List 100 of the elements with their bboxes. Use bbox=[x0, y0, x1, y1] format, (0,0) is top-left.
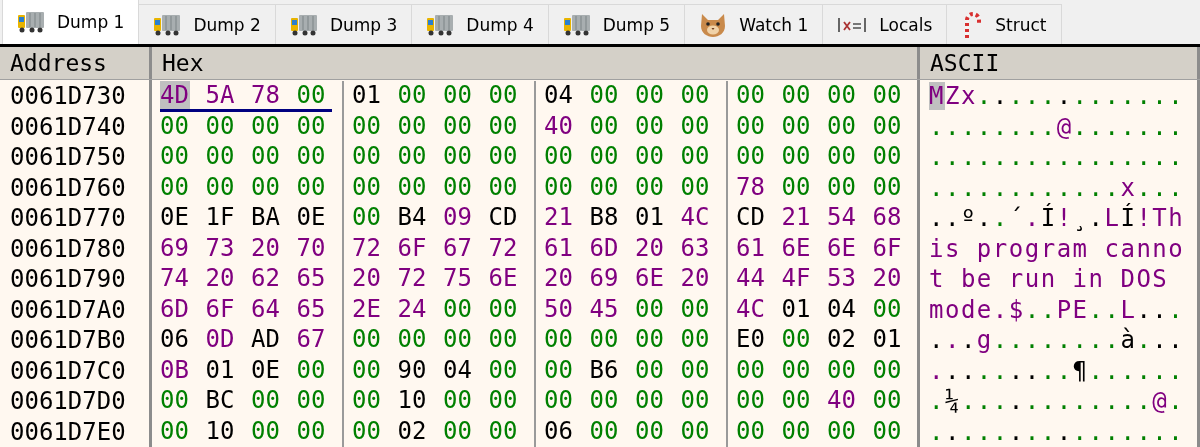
hex-byte: 00 bbox=[872, 142, 903, 170]
hex-byte: 6F bbox=[397, 233, 428, 262]
hex-byte: 0E bbox=[251, 355, 281, 384]
hex-byte: 6F bbox=[872, 233, 903, 262]
ascii-text: ............x... bbox=[928, 172, 1185, 203]
hex-byte: 00 bbox=[352, 386, 382, 414]
column-header: Address bbox=[0, 47, 152, 79]
hex-byte: 00 bbox=[352, 355, 382, 384]
hex-byte: 00 bbox=[443, 172, 473, 201]
hex-byte: 00 bbox=[781, 386, 812, 414]
hex-byte: 00 bbox=[296, 142, 327, 170]
address-cell-text: 0061D7A0 bbox=[9, 294, 127, 325]
hex-byte: 68 bbox=[872, 203, 903, 231]
hex-byte: 00 bbox=[443, 416, 473, 445]
hex-byte: 00 bbox=[680, 386, 711, 414]
hex-byte: 00 bbox=[251, 142, 281, 170]
hex-byte: B4 bbox=[397, 203, 428, 231]
hex-byte: 00 bbox=[872, 355, 903, 384]
hex-byte: 00 bbox=[736, 142, 766, 170]
hex-byte: 72 bbox=[488, 233, 519, 262]
hex-byte: 72 bbox=[397, 264, 428, 292]
hex-byte: 00 bbox=[589, 416, 620, 445]
hex-byte: 00 bbox=[680, 355, 711, 384]
hex-byte: 00 bbox=[872, 386, 903, 414]
hex-byte: 00 bbox=[352, 172, 382, 201]
hex-byte: 00 bbox=[680, 325, 711, 353]
hex-byte: 04 bbox=[443, 355, 473, 384]
hex-byte: 00 bbox=[397, 325, 428, 353]
hex-byte: 00 bbox=[488, 325, 519, 353]
hex-byte: 00 bbox=[736, 416, 766, 445]
hex-byte: 00 bbox=[872, 111, 903, 140]
hex-byte: 4F bbox=[781, 264, 812, 292]
hex-byte: 00 bbox=[635, 111, 665, 140]
hex-byte: 6F bbox=[205, 294, 236, 323]
address-cell-text: 0061D770 bbox=[9, 203, 127, 234]
hex-byte: 00 bbox=[544, 386, 574, 414]
hex-byte: 50 bbox=[544, 294, 574, 323]
ascii-text: ........@....... bbox=[928, 111, 1185, 142]
hex-byte: 00 bbox=[635, 325, 665, 353]
hex-byte: 64 bbox=[251, 294, 281, 323]
hex-byte: 00 bbox=[488, 172, 519, 201]
hex-byte: 73 bbox=[205, 233, 236, 262]
hex-byte: 04 bbox=[827, 294, 857, 323]
hex-byte: 01 bbox=[781, 294, 812, 323]
hex-byte: 00 bbox=[443, 325, 473, 353]
hex-byte: 00 bbox=[352, 142, 382, 170]
hex-byte: 00 bbox=[352, 203, 382, 231]
hex-byte: 63 bbox=[680, 233, 711, 262]
hex-byte: 20 bbox=[635, 233, 665, 262]
hex-byte: 01 bbox=[872, 325, 903, 353]
hex-byte: 00 bbox=[205, 111, 236, 140]
hex-byte: 06 bbox=[160, 325, 190, 353]
hex-byte: 00 bbox=[488, 81, 519, 109]
hex-byte: 70 bbox=[296, 233, 327, 262]
hex-byte: 69 bbox=[160, 233, 190, 262]
truck-icon bbox=[426, 12, 455, 37]
hex-byte: 00 bbox=[781, 142, 812, 170]
hex-byte: 00 bbox=[544, 355, 574, 384]
address-cell-text: 0061D780 bbox=[9, 233, 127, 264]
hex-byte: 00 bbox=[397, 172, 428, 201]
address-cell-text: 0061D7D0 bbox=[9, 386, 127, 417]
hex-byte: 6E bbox=[488, 264, 519, 292]
hex-byte: 78 bbox=[736, 172, 766, 201]
hex-byte: 61 bbox=[736, 233, 766, 262]
cat-face-icon bbox=[699, 11, 728, 38]
hex-byte: 21 bbox=[781, 203, 812, 231]
hex-byte: 62 bbox=[251, 264, 281, 292]
hex-byte: 00 bbox=[781, 172, 812, 201]
hex-byte: B8 bbox=[589, 203, 620, 231]
tab[interactable]: Struct bbox=[946, 4, 1062, 44]
hex-byte: 00 bbox=[443, 142, 473, 170]
hex-byte: 00 bbox=[781, 111, 812, 140]
hex-byte: 00 bbox=[205, 142, 236, 170]
tab[interactable]: Dump 1 bbox=[2, 0, 140, 44]
hex-byte: 4C bbox=[736, 294, 766, 323]
hex-byte: 00 bbox=[680, 416, 711, 445]
hex-byte: 00 bbox=[352, 325, 382, 353]
hex-byte: 00 bbox=[544, 142, 574, 170]
hex-byte: 00 bbox=[205, 172, 236, 201]
hex-byte: 00 bbox=[680, 81, 711, 109]
ascii-text: mode.$..PE..L... bbox=[928, 294, 1185, 325]
hex-byte: 00 bbox=[160, 386, 190, 414]
hex-byte: 0E bbox=[160, 203, 190, 231]
address-cell-text: 0061D7C0 bbox=[9, 355, 127, 386]
hex-byte: 72 bbox=[352, 233, 382, 262]
hex-byte: 00 bbox=[251, 111, 281, 140]
hex-byte: 00 bbox=[589, 81, 620, 109]
hex-byte: 00 bbox=[635, 294, 665, 323]
hex-byte: 00 bbox=[635, 386, 665, 414]
hex-byte: 00 bbox=[736, 386, 766, 414]
hex-byte: 69 bbox=[589, 264, 620, 292]
hex-byte: 00 bbox=[635, 355, 665, 384]
hex-byte: 00 bbox=[443, 294, 473, 323]
address-cell-text: 0061D730 bbox=[9, 81, 127, 112]
hex-byte: 65 bbox=[296, 294, 327, 323]
hex-byte: 00 bbox=[635, 81, 665, 109]
hex-byte: 00 bbox=[352, 416, 382, 445]
hex-byte: 78 bbox=[251, 81, 281, 109]
hex-byte: 00 bbox=[488, 142, 519, 170]
hex-byte: 00 bbox=[872, 294, 903, 323]
